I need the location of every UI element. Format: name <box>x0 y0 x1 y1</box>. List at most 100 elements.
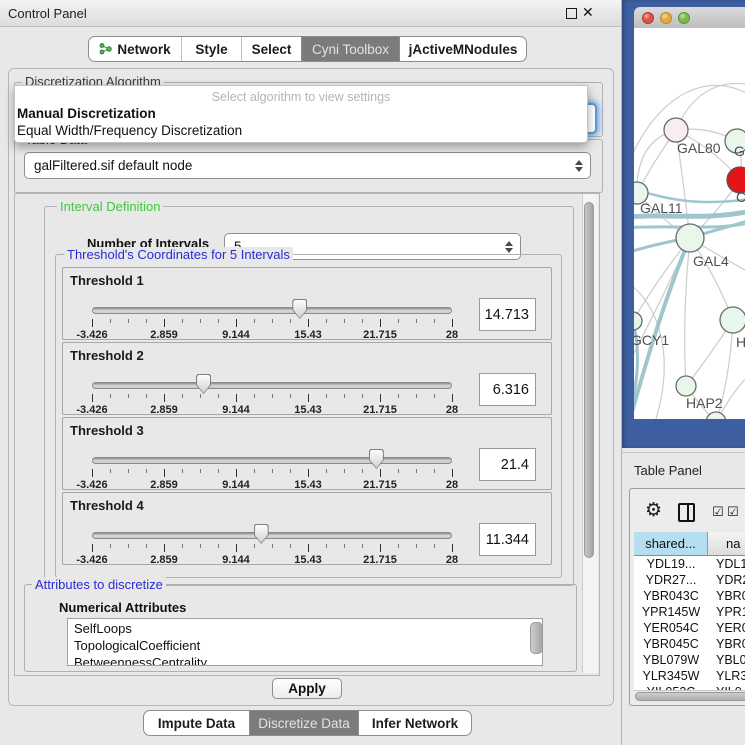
slider-thumb[interactable] <box>254 524 269 544</box>
table-cell[interactable]: YDL19... <box>634 556 708 572</box>
zoom-button-icon[interactable] <box>678 12 690 24</box>
network-node[interactable] <box>676 224 704 252</box>
table-cell[interactable]: YDR2 <box>708 572 745 588</box>
table-cell[interactable]: YDL1 <box>708 556 745 572</box>
tab-cyni-toolbox[interactable]: Cyni Toolbox <box>301 37 399 61</box>
threshold-1-value-field[interactable] <box>479 298 536 331</box>
slider-track[interactable] <box>92 457 452 464</box>
tick-label: 2.859 <box>150 329 178 341</box>
slider-track[interactable] <box>92 307 452 314</box>
close-button-icon[interactable] <box>642 12 654 24</box>
table-row[interactable]: YLR345WYLR3 <box>634 668 745 684</box>
network-node[interactable] <box>720 307 745 333</box>
bottom-tab-impute-data[interactable]: Impute Data <box>144 711 249 735</box>
slider-ticks <box>92 469 452 478</box>
table-cell[interactable]: YER0 <box>708 620 745 636</box>
tick <box>308 544 309 552</box>
tick <box>434 544 435 548</box>
threshold-4-slider[interactable]: -3.4262.8599.14415.4321.71528 <box>92 527 452 567</box>
tick <box>146 544 147 548</box>
threshold-3-value-field[interactable] <box>479 448 536 481</box>
tick <box>344 319 345 323</box>
table-row[interactable]: YBL079WYBL0 <box>634 652 745 668</box>
table-header-name[interactable]: na <box>708 532 745 556</box>
threshold-2-value-field[interactable] <box>479 373 536 406</box>
slider-tick-labels: -3.4262.8599.14415.4321.71528 <box>92 404 452 416</box>
table-row[interactable]: YBR043CYBR0 <box>634 588 745 604</box>
table-cell[interactable]: YBR0 <box>708 636 745 652</box>
threshold-4-label: Threshold 4 <box>70 498 144 513</box>
threshold-4-value-field[interactable] <box>479 523 536 556</box>
table-row[interactable]: YER054CYER0 <box>634 620 745 636</box>
tick <box>290 394 291 398</box>
table-cell[interactable]: YBL079W <box>634 652 708 668</box>
slider-track[interactable] <box>92 532 452 539</box>
numerical-attributes-list[interactable]: SelfLoops TopologicalCoefficient Betweenne… <box>67 618 543 666</box>
network-window-titlebar[interactable] <box>634 7 745 29</box>
apply-button[interactable]: Apply <box>272 678 342 699</box>
table-cell[interactable]: YBR043C <box>634 588 708 604</box>
bottom-tab-infer-network[interactable]: Infer Network <box>358 711 471 735</box>
table-cell[interactable]: YBL0 <box>708 652 745 668</box>
attribute-item-selfloops[interactable]: SelfLoops <box>68 621 542 636</box>
column-layout-icon[interactable] <box>678 503 695 522</box>
table-cell[interactable]: YPR1 <box>708 604 745 620</box>
threshold-1-slider[interactable]: -3.4262.8599.14415.4321.71528 <box>92 302 452 342</box>
tab-network[interactable]: Network <box>89 37 181 61</box>
table-cell[interactable]: YLR345W <box>634 668 708 684</box>
tick <box>380 544 381 552</box>
column-checkbox-icon[interactable]: ☑ <box>712 504 724 520</box>
dropdown-option-equal-width-frequency[interactable]: Equal Width/Frequency Discretization <box>17 123 242 138</box>
gear-icon[interactable]: ⚙ <box>645 499 662 522</box>
table-row[interactable]: YBR045CYBR0 <box>634 636 745 652</box>
slider-thumb[interactable] <box>292 299 307 319</box>
tick <box>218 319 219 323</box>
slider-track[interactable] <box>92 382 452 389</box>
table-cell[interactable]: YER054C <box>634 620 708 636</box>
table-cell[interactable]: YBR0 <box>708 588 745 604</box>
control-panel-titlebar: Control Panel ✕ <box>0 0 621 27</box>
tick <box>128 319 129 323</box>
tick-label: -3.426 <box>76 479 107 491</box>
tab-select[interactable]: Select <box>241 37 301 61</box>
bottom-tab-discretize-data[interactable]: Discretize Data <box>249 711 358 735</box>
horizontal-scrollbar[interactable] <box>634 690 745 703</box>
attributes-list-scrollbar-thumb[interactable] <box>530 622 543 654</box>
table-cell[interactable]: YBR045C <box>634 636 708 652</box>
network-node[interactable] <box>676 376 696 396</box>
network-canvas[interactable]: GAL80GCGAL11GAL4GCY1HHAP2 <box>634 28 745 419</box>
vertical-scrollbar-thumb[interactable] <box>584 202 594 558</box>
table-cell[interactable]: YLR3 <box>708 668 745 684</box>
table-row[interactable]: YPR145WYPR1 <box>634 604 745 620</box>
tick <box>92 394 93 402</box>
node-label-g: G <box>734 143 745 159</box>
table-cell[interactable]: YDR27... <box>634 572 708 588</box>
threshold-3-slider[interactable]: -3.4262.8599.14415.4321.71528 <box>92 452 452 492</box>
tab-style[interactable]: Style <box>181 37 241 61</box>
tick <box>164 469 165 477</box>
attribute-item-betweennesscentrality[interactable]: BetweennessCentrality <box>68 655 542 666</box>
minimize-button-icon[interactable] <box>660 12 672 24</box>
table-data-value: galFiltered.sif default node <box>34 158 192 173</box>
network-node[interactable] <box>706 412 726 419</box>
slider-tick-labels: -3.4262.8599.14415.4321.71528 <box>92 329 452 341</box>
horizontal-scrollbar-thumb[interactable] <box>635 692 745 701</box>
threshold-2-slider[interactable]: -3.4262.8599.14415.4321.71528 <box>92 377 452 417</box>
table-row[interactable]: YDL19...YDL1 <box>634 556 745 572</box>
attribute-item-topologicalcoefficient[interactable]: TopologicalCoefficient <box>68 638 542 653</box>
tick-label: 21.715 <box>363 404 397 416</box>
table-data-combobox[interactable]: galFiltered.sif default node <box>24 152 591 179</box>
close-icon[interactable]: ✕ <box>582 4 594 21</box>
dropdown-option-manual-discretization[interactable]: Manual Discretization <box>17 106 156 121</box>
table-row[interactable]: YDR27...YDR2 <box>634 572 745 588</box>
network-node[interactable] <box>664 118 688 142</box>
float-window-icon[interactable] <box>566 8 577 19</box>
slider-thumb[interactable] <box>196 374 211 394</box>
network-node[interactable] <box>634 312 642 330</box>
slider-thumb[interactable] <box>369 449 384 469</box>
column-checkbox-icon[interactable]: ☑ <box>727 504 739 520</box>
table-header-shared-name[interactable]: shared... <box>634 532 708 556</box>
table-cell[interactable]: YPR145W <box>634 604 708 620</box>
tab-jactivemnodules[interactable]: jActiveMNodules <box>399 37 526 61</box>
node-label-gcy1: GCY1 <box>634 332 669 348</box>
